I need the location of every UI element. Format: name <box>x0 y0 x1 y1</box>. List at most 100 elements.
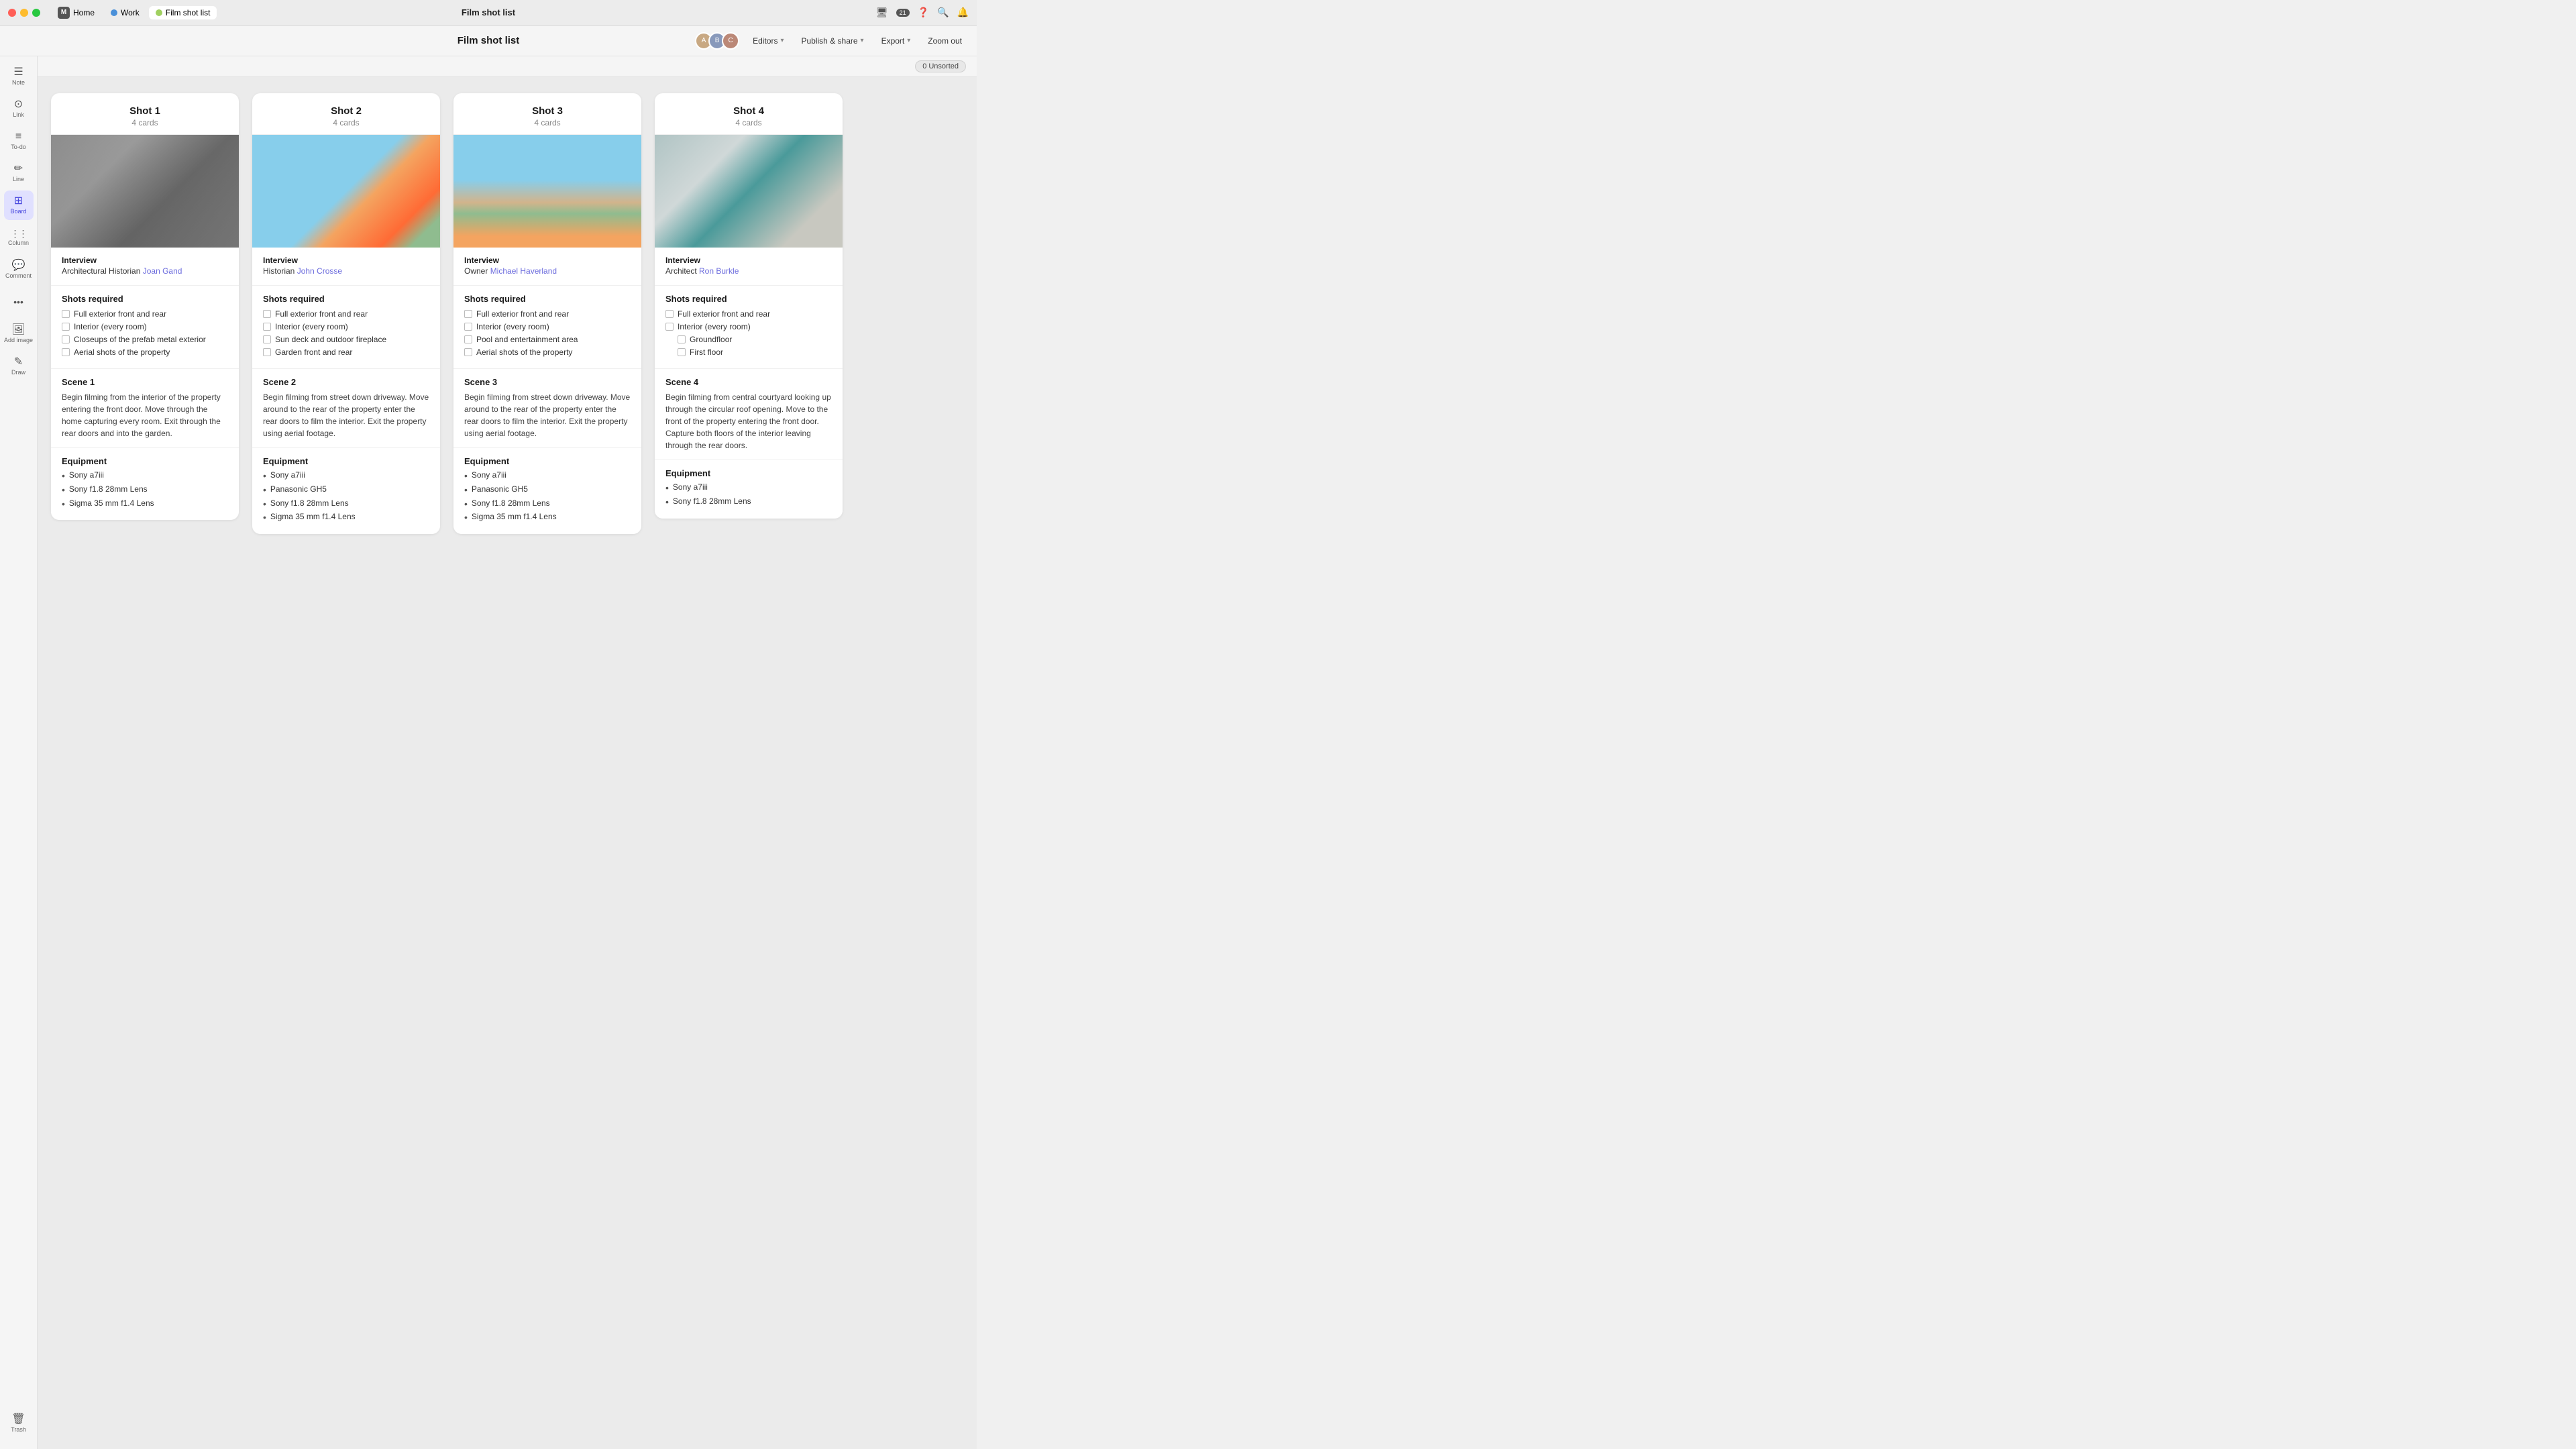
shot1-equipment: Equipment • Sony a7iii • Sony f1.8 28mm … <box>51 448 239 520</box>
shot1-shot-3: Aerial shots of the property <box>62 347 228 357</box>
shot4-shots: Shots required Full exterior front and r… <box>655 286 843 369</box>
bullet-icon: • <box>62 498 65 510</box>
shot4-checkbox-3[interactable] <box>678 348 686 356</box>
sidebar-item-trash[interactable]: 🗑 Trash <box>4 1409 34 1438</box>
minimize-button[interactable] <box>20 9 28 17</box>
sidebar-item-todo[interactable]: ≡ To-do <box>4 126 34 156</box>
shot1-equipment-title: Equipment <box>62 456 228 466</box>
shot2-shot-2: Sun deck and outdoor fireplace <box>263 335 429 344</box>
monitor-icon[interactable]: 🖥 <box>876 7 888 18</box>
shot4-header: Shot 4 4 cards <box>655 93 843 135</box>
bullet-icon: • <box>62 484 65 496</box>
sidebar-item-more[interactable]: ••• <box>4 287 34 317</box>
close-button[interactable] <box>8 9 16 17</box>
bell-icon[interactable]: 🔔 <box>957 7 969 18</box>
column-shot2: Shot 2 4 cards Interview Historian John … <box>252 93 440 534</box>
sidebar-item-draw[interactable]: ✎ Draw <box>4 352 34 381</box>
publish-share-button[interactable]: Publish & share ▾ <box>798 34 868 48</box>
shot4-equip-1-text: Sony f1.8 28mm Lens <box>673 496 751 506</box>
shot4-shot-1: Interior (every room) <box>665 322 832 331</box>
shot4-checkbox-0[interactable] <box>665 310 674 318</box>
shot3-checkbox-0[interactable] <box>464 310 472 318</box>
trash-icon: 🗑 <box>11 1414 25 1425</box>
shot4-interview-name[interactable]: Ron Burkle <box>699 266 739 276</box>
tab-home[interactable]: M Home <box>51 5 101 21</box>
bullet-icon: • <box>464 470 468 482</box>
tab-filmshot[interactable]: Film shot list <box>149 6 217 19</box>
shot2-shot-0-text: Full exterior front and rear <box>275 309 368 319</box>
app-body: ☰ Note ⊙ Link ≡ To-do ✏ Line ⊞ Board ⋮⋮ … <box>0 56 977 1449</box>
sidebar-item-board[interactable]: ⊞ Board <box>4 191 34 220</box>
shot2-interview-label: Interview <box>263 256 429 265</box>
shot3-shot-0: Full exterior front and rear <box>464 309 631 319</box>
titlebar: M Home Work Film shot list Film shot lis… <box>0 0 977 25</box>
tab-work-label: Work <box>121 8 140 17</box>
zoom-out-button[interactable]: Zoom out <box>924 34 966 48</box>
traffic-lights <box>8 9 40 17</box>
shot3-equip-3-text: Sigma 35 mm f1.4 Lens <box>472 512 557 521</box>
shot2-checkbox-3[interactable] <box>263 348 271 356</box>
shot3-checkbox-1[interactable] <box>464 323 472 331</box>
editors-button[interactable]: Editors ▾ <box>749 34 788 48</box>
shot4-checkbox-1[interactable] <box>665 323 674 331</box>
shot2-image <box>252 135 440 248</box>
shot3-interview-label: Interview <box>464 256 631 265</box>
shot1-checkbox-3[interactable] <box>62 348 70 356</box>
sidebar-item-column[interactable]: ⋮⋮ Column <box>4 223 34 252</box>
comment-icon: 💬 <box>12 260 25 271</box>
sidebar-item-link[interactable]: ⊙ Link <box>4 94 34 123</box>
column-shot3: Shot 3 4 cards Interview Owner Michael H… <box>453 93 641 534</box>
bullet-icon: • <box>665 482 669 494</box>
shot1-checkbox-1[interactable] <box>62 323 70 331</box>
unsorted-bar: 0 Unsorted <box>38 56 977 77</box>
shot2-checkbox-0[interactable] <box>263 310 271 318</box>
bullet-icon: • <box>263 498 266 510</box>
shot1-count: 4 cards <box>64 118 225 127</box>
shot1-scene: Scene 1 Begin filming from the interior … <box>51 369 239 448</box>
shot4-interview: Interview Architect Ron Burkle <box>655 248 843 286</box>
unsorted-badge[interactable]: 0 Unsorted <box>915 60 966 72</box>
note-icon: ☰ <box>13 67 23 78</box>
sidebar-item-addimage[interactable]: 🖼 Add image <box>4 319 34 349</box>
shot2-equip-1-text: Panasonic GH5 <box>270 484 327 494</box>
sidebar-item-comment[interactable]: 💬 Comment <box>4 255 34 284</box>
avatar-3[interactable]: C <box>722 32 739 50</box>
shot2-checkbox-1[interactable] <box>263 323 271 331</box>
shot3-checkbox-2[interactable] <box>464 335 472 343</box>
board-icon: ⊞ <box>14 196 23 207</box>
shot4-shots-title: Shots required <box>665 294 832 304</box>
board-area: Shot 1 4 cards Interview Architectural H… <box>38 77 977 550</box>
tab-work[interactable]: Work <box>104 6 146 19</box>
shot1-interview-name[interactable]: Joan Gand <box>143 266 182 276</box>
todo-icon: ≡ <box>15 131 21 142</box>
export-button[interactable]: Export ▾ <box>877 34 915 48</box>
shot2-interview-name[interactable]: John Crosse <box>297 266 342 276</box>
line-icon: ✏ <box>14 164 23 174</box>
sidebar-item-line[interactable]: ✏ Line <box>4 158 34 188</box>
help-icon[interactable]: ❓ <box>918 7 929 18</box>
shot4-checkbox-2[interactable] <box>678 335 686 343</box>
shot3-checkbox-3[interactable] <box>464 348 472 356</box>
bullet-icon: • <box>62 470 65 482</box>
bullet-icon: • <box>263 484 266 496</box>
bullet-icon: • <box>263 512 266 523</box>
shot1-interview-detail: Architectural Historian Joan Gand <box>62 265 228 277</box>
shot3-interview-name[interactable]: Michael Haverland <box>490 266 557 276</box>
maximize-button[interactable] <box>32 9 40 17</box>
shot1-checkbox-2[interactable] <box>62 335 70 343</box>
shot2-equip-3-text: Sigma 35 mm f1.4 Lens <box>270 512 356 521</box>
shot2-checkbox-2[interactable] <box>263 335 271 343</box>
shot1-checkbox-0[interactable] <box>62 310 70 318</box>
shot3-interview-detail: Owner Michael Haverland <box>464 265 631 277</box>
shot3-equip-0-text: Sony a7iii <box>472 470 506 480</box>
shot3-equip-2-text: Sony f1.8 28mm Lens <box>472 498 550 508</box>
sidebar-item-note[interactable]: ☰ Note <box>4 62 34 91</box>
zoom-out-label: Zoom out <box>928 36 962 46</box>
sidebar-column-label: Column <box>8 239 29 246</box>
page-title: Film shot list <box>458 35 520 46</box>
shot3-equipment-title: Equipment <box>464 456 631 466</box>
shot1-shot-0-text: Full exterior front and rear <box>74 309 166 319</box>
sidebar-note-label: Note <box>12 79 25 86</box>
shot2-shots-title: Shots required <box>263 294 429 304</box>
search-icon[interactable]: 🔍 <box>937 7 949 18</box>
